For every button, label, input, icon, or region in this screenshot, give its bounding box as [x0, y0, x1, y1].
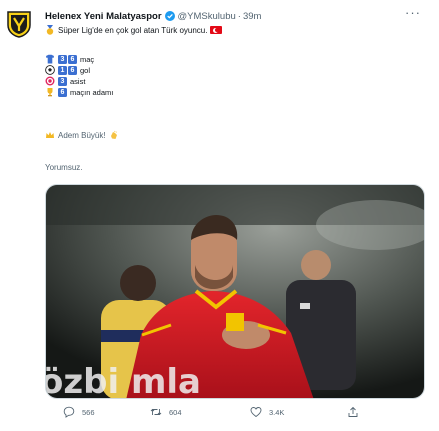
display-name[interactable]: Helenex Yeni Malatyaspor	[45, 11, 162, 22]
separator-dot: ·	[237, 10, 241, 22]
share-icon	[348, 406, 358, 417]
reply-icon	[63, 406, 75, 418]
tweet-actions-bar: 566 604 3.4K	[45, 402, 415, 422]
like-button[interactable]: 3.4K	[250, 406, 284, 418]
timestamp[interactable]: 39m	[243, 11, 261, 22]
turkey-flag-icon	[210, 26, 223, 34]
stat-label: maç	[80, 54, 95, 64]
tweet-headline-line: Süper Lig'de en çok gol atan Türk oyuncu…	[45, 25, 223, 35]
reply-button[interactable]: 566	[63, 406, 95, 418]
retweet-icon	[150, 408, 162, 416]
like-count: 3.4K	[269, 407, 285, 417]
clapping-hands-icon	[110, 130, 117, 139]
player-name: Adem Büyük!	[58, 130, 106, 140]
jersey-icon	[46, 54, 54, 64]
reply-count: 566	[82, 407, 95, 417]
footer-text: Yorumsuz.	[45, 163, 83, 172]
retweet-button[interactable]: 604	[150, 406, 182, 418]
verified-badge-icon	[164, 11, 175, 21]
stat-label: gol	[80, 65, 91, 75]
tweet-headline: Süper Lig'de en çok gol atan Türk oyuncu…	[58, 25, 208, 35]
stat-digit: 6	[68, 65, 77, 75]
player-photo-illustration: özbi mla	[46, 185, 424, 399]
stat-label: maçın adamı	[70, 87, 114, 97]
stat-row-matches: 3 6 maç	[45, 54, 94, 64]
player-line: Adem Büyük!	[45, 130, 122, 140]
stat-digit: 6	[58, 87, 67, 97]
share-button[interactable]	[347, 406, 366, 418]
stat-digit: 6	[68, 54, 77, 64]
soccer-ball-icon	[45, 65, 55, 75]
more-options-icon[interactable]: ···	[405, 6, 421, 19]
photo-overlay-text: özbi mla	[46, 362, 201, 399]
stat-row-goals: 1 6 gol	[45, 65, 90, 75]
stat-digit: 1	[58, 65, 67, 75]
stat-label: asist	[70, 76, 86, 86]
footer-text-line: Yorumsuz.	[45, 163, 83, 172]
club-logo-avatar[interactable]	[6, 10, 32, 38]
trophy-icon	[47, 88, 53, 97]
stat-digit: 3	[58, 54, 67, 64]
tweet-header: Helenex Yeni Malatyaspor @YMSkulubu · 39…	[45, 9, 261, 23]
heart-icon	[250, 407, 262, 418]
target-icon	[45, 76, 55, 86]
tweet-card[interactable]: Helenex Yeni Malatyaspor @YMSkulubu · 39…	[0, 0, 439, 431]
retweet-count: 604	[169, 407, 182, 417]
stat-digit: 3	[58, 76, 67, 86]
medal-icon	[46, 25, 54, 35]
stat-row-assists: 3 asist	[45, 76, 85, 86]
handle[interactable]: @YMSkulubu	[178, 11, 236, 22]
stat-row-man-of-match: 6 maçın adamı	[45, 87, 113, 97]
tweet-photo[interactable]: özbi mla	[45, 184, 425, 399]
crown-icon	[46, 132, 54, 138]
